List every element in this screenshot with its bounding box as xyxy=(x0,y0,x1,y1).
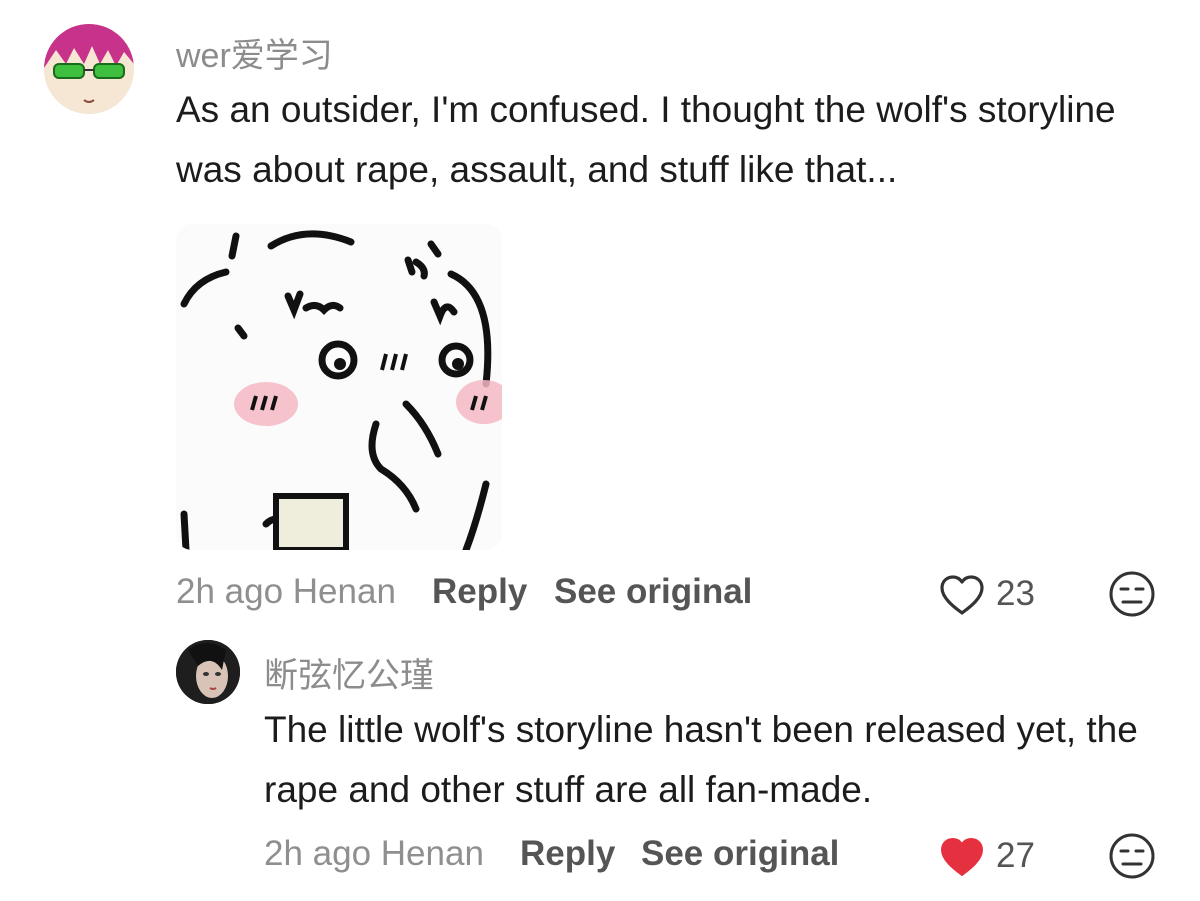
avatar-icon xyxy=(176,640,240,704)
like-button-active[interactable] xyxy=(938,836,986,878)
like-count: 23 xyxy=(996,574,1035,613)
like-button[interactable] xyxy=(938,574,986,616)
reply-username[interactable]: 断弦忆公瑾 xyxy=(264,648,434,697)
avatar-icon xyxy=(44,24,134,114)
reply-text: The little wolf's storyline hasn't been … xyxy=(264,709,1138,810)
see-original-button[interactable]: See original xyxy=(641,834,839,874)
comment-time-location: 2h ago Henan xyxy=(176,572,396,611)
reply-user-avatar[interactable] xyxy=(176,640,240,704)
user-avatar[interactable] xyxy=(44,24,134,114)
heart-outline-icon xyxy=(940,575,984,615)
heart-filled-icon xyxy=(941,838,983,876)
like-count: 27 xyxy=(996,836,1035,875)
blushing-cat-sticker-icon xyxy=(176,224,502,550)
comment-sticker-image[interactable] xyxy=(176,224,502,550)
comment-username[interactable]: wer爱学习 xyxy=(176,28,333,77)
unamused-face-icon xyxy=(1109,571,1155,617)
see-original-button[interactable]: See original xyxy=(554,572,752,612)
unamused-face-icon xyxy=(1109,833,1155,879)
dislike-button[interactable] xyxy=(1108,832,1156,880)
reply-button[interactable]: Reply xyxy=(520,834,615,874)
comment-text: As an outsider, I'm confused. I thought … xyxy=(176,89,1116,190)
dislike-button[interactable] xyxy=(1108,570,1156,618)
reply-time-location: 2h ago Henan xyxy=(264,834,484,873)
reply-button[interactable]: Reply xyxy=(432,572,527,612)
